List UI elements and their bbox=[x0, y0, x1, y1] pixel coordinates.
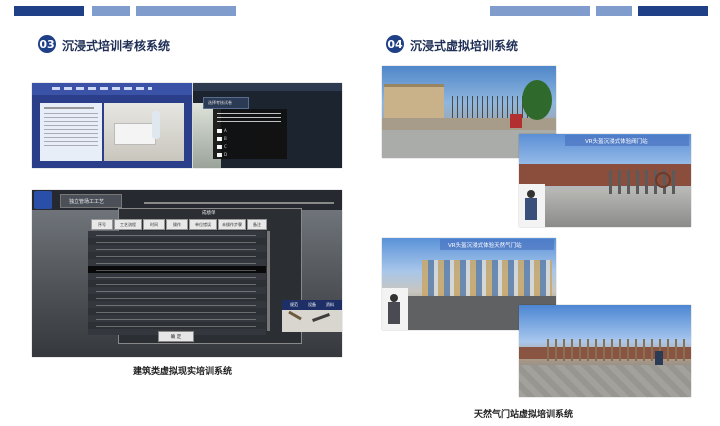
caption-right: 天然气门站虚拟培训系统 bbox=[474, 410, 574, 420]
header-bar-right-dark bbox=[638, 6, 708, 16]
gate-tree bbox=[522, 80, 552, 120]
module-title-box: 独立管场工工艺 bbox=[60, 194, 122, 208]
exam-screenshot: 选择考核试卷 A B C D bbox=[193, 83, 342, 168]
vr-banner-bottom: VR头盔沉浸式体验天然气门站 bbox=[440, 239, 554, 250]
header-bar-left-dark bbox=[14, 6, 84, 16]
caption-left: 建筑类虚拟现实培训系统 bbox=[133, 367, 233, 377]
score-header-index: 序号 bbox=[91, 219, 113, 230]
score-header-time: 时间 bbox=[143, 219, 165, 230]
score-header-note: 备注 bbox=[247, 219, 267, 230]
exam-topbar bbox=[193, 83, 342, 91]
sidebar-tab-equipment[interactable]: 设备 bbox=[308, 302, 316, 308]
score-row-text bbox=[96, 233, 256, 333]
app-logo bbox=[34, 191, 52, 209]
score-header-unit-error: 单位错误 bbox=[189, 219, 217, 230]
gate-red-sign bbox=[510, 114, 522, 128]
room-image bbox=[104, 103, 184, 161]
station-yard-photo bbox=[519, 305, 691, 397]
module-title: 独立管场工工艺 bbox=[69, 199, 105, 205]
vr-valve-station-photo: VR头盔沉浸式体验阀门站 bbox=[519, 134, 691, 227]
score-header-operation: 操作 bbox=[166, 219, 188, 230]
yard-paving bbox=[519, 365, 691, 397]
text-panel bbox=[40, 103, 102, 161]
vr-user-photo-2 bbox=[382, 288, 408, 330]
vr-valve-wheel bbox=[655, 172, 671, 188]
header-bar-right-light-2 bbox=[596, 6, 632, 16]
progress-track bbox=[144, 202, 334, 204]
toolbar-dots bbox=[52, 87, 152, 90]
exam-window-title: 选择考核试卷 bbox=[208, 100, 232, 105]
exam-question-panel: A B C D bbox=[213, 109, 287, 159]
section-04-title: 沉浸式虚拟培训系统 bbox=[410, 39, 519, 53]
score-scrollbar[interactable] bbox=[267, 231, 270, 331]
gas-station-equipment bbox=[422, 260, 552, 296]
score-title: 成绩单 bbox=[202, 211, 216, 216]
vr-user-photo bbox=[519, 184, 545, 227]
exam-window: 选择考核试卷 bbox=[203, 97, 249, 109]
section-04-number: 04 bbox=[386, 35, 404, 53]
exam-option-d[interactable] bbox=[217, 153, 222, 157]
vr-banner-top: VR头盔沉浸式体验阀门站 bbox=[565, 135, 689, 146]
score-confirm-button[interactable]: 确 定 bbox=[158, 331, 194, 342]
exam-option-b[interactable] bbox=[217, 137, 222, 141]
gate-wall bbox=[382, 118, 556, 130]
section-03-title: 沉浸式培训考核系统 bbox=[62, 39, 171, 53]
sidebar-tab-material[interactable]: 资料 bbox=[326, 302, 334, 308]
header-bar-left-light-2 bbox=[136, 6, 236, 16]
score-header-missing-steps: 未操作步骤 bbox=[218, 219, 246, 230]
header-bar-right-light-1 bbox=[490, 6, 590, 16]
exam-option-a[interactable] bbox=[217, 129, 222, 133]
header-bar-left-light-1 bbox=[92, 6, 130, 16]
exam-option-c[interactable] bbox=[217, 145, 222, 149]
score-header-process: 工艺流程 bbox=[114, 219, 142, 230]
sidebar-tab-spec[interactable]: 规范 bbox=[290, 302, 298, 308]
section-03-number: 03 bbox=[38, 35, 56, 53]
yard-pipes bbox=[547, 339, 685, 361]
training-scene-screenshot bbox=[32, 83, 192, 168]
